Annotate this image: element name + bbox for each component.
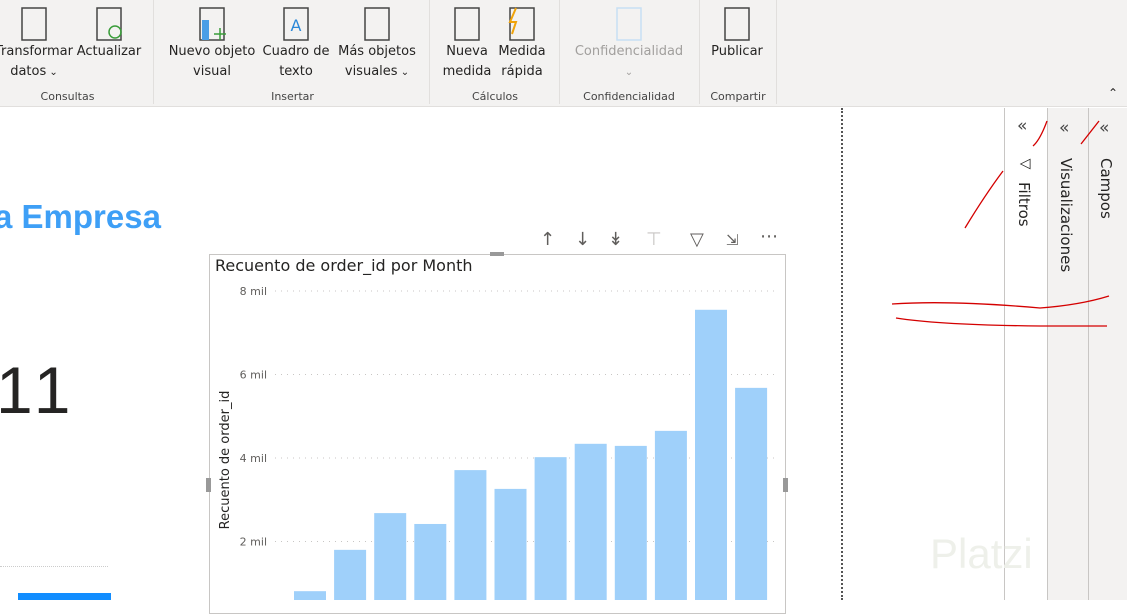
bar[interactable] (494, 488, 527, 600)
expand-filters-icon[interactable]: « (1017, 116, 1027, 136)
chart-title: Recuento de order_id por Month (215, 256, 473, 276)
resize-handle[interactable] (206, 478, 211, 492)
bar[interactable] (574, 443, 607, 600)
bar[interactable] (614, 445, 647, 600)
y-tick-label: 6 mil (240, 369, 267, 382)
filters-pane-label[interactable]: Filtros (1015, 182, 1033, 227)
platzi-watermark: Platzi (930, 530, 1033, 577)
y-tick-label: 2 mil (240, 536, 267, 549)
fields-pane[interactable]: « Campos (1088, 108, 1127, 600)
visualizations-pane[interactable]: « Visualizaciones (1047, 108, 1088, 600)
filters-pane[interactable]: « ▽ Filtros (1004, 108, 1047, 600)
bar[interactable] (374, 513, 407, 600)
bar-chart: Recuento de order_id por Month Recuento … (206, 252, 788, 600)
filter-icon: ▽ (1017, 158, 1034, 170)
y-tick-label: 4 mil (240, 452, 267, 465)
bar[interactable] (695, 309, 727, 600)
expand-fields-icon[interactable]: « (1099, 118, 1109, 138)
bar[interactable] (334, 549, 367, 600)
bar[interactable] (654, 430, 687, 600)
bar[interactable] (534, 457, 567, 600)
bar[interactable] (414, 523, 447, 600)
expand-visualizations-icon[interactable]: « (1059, 118, 1069, 138)
bar[interactable] (454, 470, 487, 600)
bar[interactable] (294, 591, 326, 600)
resize-handle[interactable] (490, 252, 504, 256)
y-axis-title: Recuento de order_id (218, 391, 233, 530)
bar[interactable] (735, 387, 768, 600)
fields-pane-label[interactable]: Campos (1097, 158, 1115, 219)
y-tick-label: 8 mil (240, 285, 267, 298)
visualizations-pane-label[interactable]: Visualizaciones (1057, 158, 1075, 272)
resize-handle[interactable] (783, 478, 788, 492)
canvas-edge (841, 108, 843, 600)
